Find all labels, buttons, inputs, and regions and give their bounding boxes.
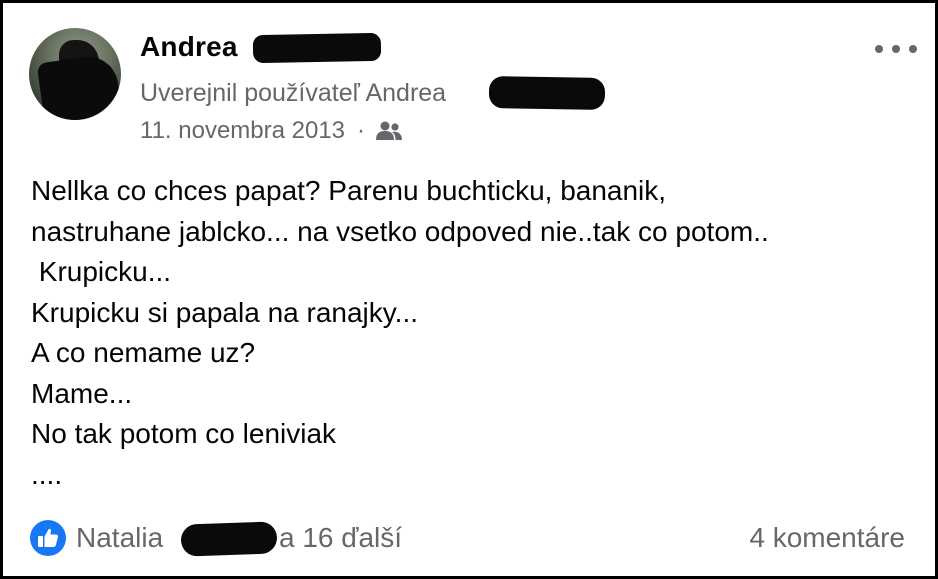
author-surname-redaction	[252, 32, 382, 64]
post-card: Andrea Uverejnil používateľ Andrea 11. n…	[0, 0, 938, 579]
posted-by-text[interactable]: Uverejnil používateľ Andrea	[140, 79, 446, 108]
post-text-line: Mame...	[31, 377, 133, 409]
more-options-icon[interactable]	[875, 41, 917, 57]
comments-count[interactable]: 4 komentáre	[749, 522, 905, 554]
reactions-redaction	[180, 521, 278, 557]
post-text-line: Krupicku...	[31, 256, 172, 287]
post-date[interactable]: 11. novembra 2013	[140, 117, 345, 145]
reactions-name[interactable]: Natalia	[76, 522, 163, 554]
meta-separator: ·	[357, 117, 366, 144]
post-text-line: A co nemame uz?	[31, 337, 256, 368]
post-meta: 11. novembra 2013 ·	[140, 117, 403, 145]
friends-icon	[376, 121, 403, 140]
post-text-line: Nellka co chces papat? Parenu buchticku,…	[31, 175, 667, 206]
like-icon[interactable]	[30, 520, 66, 556]
post-text-line: ....	[31, 458, 63, 490]
profile-avatar[interactable]	[29, 28, 121, 120]
post-text-line: nastruhane jablcko... na vsetko odpoved …	[31, 215, 769, 247]
reactions-others[interactable]: a 16 ďalší	[279, 522, 402, 554]
avatar-redaction-main	[36, 52, 121, 120]
post-text-line: Krupicku si papala na ranajky...	[31, 296, 419, 328]
posted-by-redaction	[488, 75, 606, 111]
author-name[interactable]: Andrea	[140, 31, 238, 63]
post-text: Nellka co chces papat? Parenu buchticku,…	[31, 171, 921, 495]
post-text-line: No tak potom co leniviak	[31, 418, 337, 449]
